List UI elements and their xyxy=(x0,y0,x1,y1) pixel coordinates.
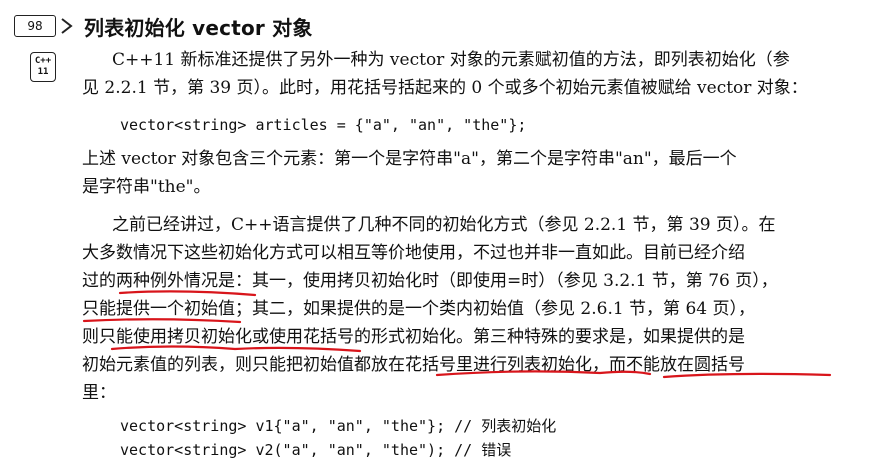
code-block-2-line2: vector<string> v2("a", "an", "the"); // … xyxy=(120,441,512,459)
book-page: 98 列表初始化 vector 对象 C++ 11 C++11 新标准还提供了另… xyxy=(0,0,874,468)
code-block-1: vector<string> articles = {"a", "an", "t… xyxy=(120,116,527,134)
paragraph2-line1: 上述 vector 对象包含三个元素：第一个是字符串"a"，第二个是字符串"an… xyxy=(82,149,737,169)
paragraph2-line2: 是字符串"the"。 xyxy=(82,177,211,197)
code-block-2-line1: vector<string> v1{"a", "an", "the"}; // … xyxy=(120,417,557,435)
paragraph3-line4: 只能提供一个初始值；其二，如果提供的是一个类内初始值（参见 2.6.1 节，第 … xyxy=(82,299,756,319)
paragraph3-line5: 则只能使用拷贝初始化或使用花括号的形式初始化。第三种特殊的要求是，如果提供的是 xyxy=(82,327,745,347)
cpp11-badge-icon: C++ 11 xyxy=(30,52,56,82)
section-heading: 98 列表初始化 vector 对象 xyxy=(14,12,313,40)
paragraph3-line7: 里： xyxy=(82,383,116,403)
paragraph1-line2: 见 2.2.1 节，第 39 页）。此时，用花括号括起来的 0 个或多个初始元素… xyxy=(82,78,808,98)
paragraph3-line6: 初始元素值的列表，则只能把初始值都放在花括号里进行列表初始化，而不能放在圆括号 xyxy=(82,355,745,375)
page-number: 98 xyxy=(14,15,56,37)
paragraph3-line2: 大多数情况下这些初始化方式可以相互等价地使用，不过也并非一直如此。目前已经介绍 xyxy=(82,243,745,263)
paragraph3-line1: 之前已经讲过，C++语言提供了几种不同的初始化方式（参见 2.2.1 节，第 3… xyxy=(112,215,776,235)
badge-line2: 11 xyxy=(37,67,49,77)
chevron-right-icon xyxy=(61,18,73,34)
paragraph1-line1: C++11 新标准还提供了另外一种为 vector 对象的元素赋初值的方法，即列… xyxy=(112,50,790,70)
badge-line1: C++ xyxy=(34,56,52,66)
section-title: 列表初始化 vector 对象 xyxy=(84,15,313,40)
paragraph3-line3: 过的两种例外情况是：其一，使用拷贝初始化时（即使用=时）（参见 3.2.1 节，… xyxy=(82,271,778,291)
